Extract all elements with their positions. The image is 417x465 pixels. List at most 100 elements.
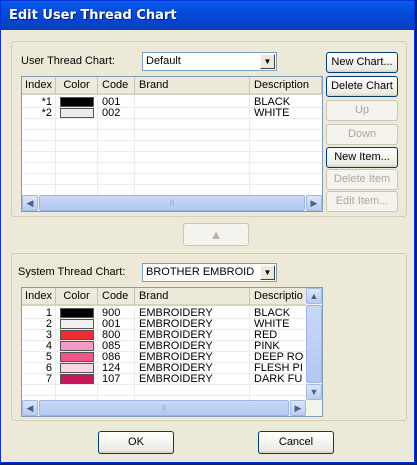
scroll-right-icon[interactable]: ▶ — [290, 400, 306, 416]
row-description: DEEP RO — [254, 352, 304, 363]
scroll-left-icon[interactable]: ◀ — [22, 195, 38, 211]
horizontal-scrollbar[interactable]: ◀ ||| ▶ — [22, 195, 322, 211]
scroll-thumb[interactable]: ||| — [39, 195, 305, 211]
system-thread-chart-group: System Thread Chart: BROTHER EMBROID ▼ I… — [11, 253, 407, 421]
grid-line — [22, 140, 322, 141]
delete-chart-button[interactable]: Delete Chart — [326, 76, 398, 97]
color-swatch — [60, 330, 94, 340]
row-code: 124 — [102, 363, 121, 374]
color-swatch — [60, 319, 94, 329]
up-button[interactable]: Up — [326, 100, 398, 121]
row-code: 086 — [102, 352, 121, 363]
row-index: *2 — [41, 108, 52, 119]
grid-line — [134, 96, 135, 195]
column-header-code[interactable]: Code — [98, 288, 135, 306]
color-swatch — [60, 308, 94, 318]
user-thread-chart-value: Default — [146, 55, 181, 67]
chevron-down-icon[interactable]: ▼ — [260, 265, 275, 280]
row-index: 6 — [45, 363, 52, 374]
row-description: WHITE — [254, 108, 290, 119]
column-header-code[interactable]: Code — [98, 77, 135, 95]
column-header-index[interactable]: Index — [22, 77, 56, 95]
row-code: 001 — [102, 319, 121, 330]
cancel-button[interactable]: Cancel — [258, 431, 334, 454]
horizontal-scrollbar[interactable]: ◀ ||| ▶ — [22, 400, 322, 416]
row-description: BLACK — [254, 308, 291, 319]
grid-line — [22, 129, 322, 130]
row-code: 900 — [102, 308, 121, 319]
row-code: 002 — [102, 108, 121, 119]
scroll-thumb[interactable] — [306, 305, 322, 383]
vertical-scrollbar[interactable]: ▲ ▼ — [306, 288, 322, 400]
column-header-brand[interactable]: Brand — [135, 77, 250, 95]
row-brand: EMBROIDERY — [139, 330, 213, 341]
user-thread-chart-select[interactable]: Default ▼ — [142, 52, 277, 71]
edit-item-button[interactable]: Edit Item... — [326, 191, 398, 212]
row-brand: EMBROIDERY — [139, 319, 213, 330]
scroll-up-icon[interactable]: ▲ — [306, 288, 322, 304]
user-thread-chart-label: User Thread Chart: — [21, 55, 115, 67]
color-swatch — [60, 374, 94, 384]
column-header-color[interactable]: Color — [56, 288, 98, 306]
copy-to-user-chart-button[interactable]: ▲ — [183, 223, 249, 246]
row-index: 7 — [45, 374, 52, 385]
row-brand: EMBROIDERY — [139, 352, 213, 363]
scroll-right-icon[interactable]: ▶ — [306, 195, 322, 211]
system-thread-list[interactable]: Index Color Code Brand Descriptio 1 900 EM… — [21, 287, 323, 417]
new-item-button[interactable]: New Item... — [326, 147, 398, 168]
new-chart-button[interactable]: New Chart... — [326, 52, 398, 73]
system-thread-chart-value: BROTHER EMBROID — [146, 266, 255, 278]
color-swatch — [60, 341, 94, 351]
user-thread-chart-group: User Thread Chart: Default ▼ Index Color… — [11, 41, 407, 217]
scroll-down-icon[interactable]: ▼ — [306, 384, 322, 400]
column-header-brand[interactable]: Brand — [135, 288, 250, 306]
column-header-description[interactable]: Description — [250, 77, 322, 95]
row-brand: EMBROIDERY — [139, 374, 213, 385]
color-swatch — [60, 363, 94, 373]
color-swatch — [60, 97, 94, 107]
row-index: 5 — [45, 352, 52, 363]
system-thread-chart-select[interactable]: BROTHER EMBROID ▼ — [142, 263, 277, 282]
user-thread-list[interactable]: Index Color Code Brand Description *1 001… — [21, 76, 323, 212]
row-code: 001 — [102, 97, 121, 108]
row-index: 2 — [45, 319, 52, 330]
column-header-index[interactable]: Index — [22, 288, 56, 306]
row-brand: EMBROIDERY — [139, 341, 213, 352]
row-code: 107 — [102, 374, 121, 385]
row-brand — [139, 97, 249, 108]
row-brand: EMBROIDERY — [139, 363, 213, 374]
row-description: RED — [254, 330, 278, 341]
row-description: FLESH PI — [254, 363, 303, 374]
delete-item-button[interactable]: Delete Item — [326, 169, 398, 190]
row-index: *1 — [41, 97, 52, 108]
ok-button[interactable]: OK — [98, 431, 174, 454]
grid-line — [97, 307, 98, 400]
grid-line — [55, 96, 56, 195]
title-bar[interactable]: Edit User Thread Chart — [1, 1, 414, 30]
arrow-up-icon: ▲ — [209, 227, 223, 242]
row-description: BLACK — [254, 97, 291, 108]
row-code: 085 — [102, 341, 121, 352]
row-index: 1 — [45, 308, 52, 319]
column-header-color[interactable]: Color — [56, 77, 98, 95]
scroll-thumb[interactable]: ||| — [39, 400, 289, 416]
grid-line — [249, 96, 250, 195]
color-swatch — [60, 352, 94, 362]
row-index: 3 — [45, 330, 52, 341]
grid-line — [22, 173, 322, 174]
grid-line — [97, 96, 98, 195]
column-header-description[interactable]: Descriptio — [250, 288, 307, 306]
window-title: Edit User Thread Chart — [9, 8, 177, 23]
down-button[interactable]: Down — [326, 124, 398, 145]
grid-line — [22, 151, 322, 152]
row-brand — [139, 108, 249, 119]
grid-line — [134, 307, 135, 400]
color-swatch — [60, 108, 94, 118]
scroll-left-icon[interactable]: ◀ — [22, 400, 38, 416]
row-description: DARK FU — [254, 374, 303, 385]
row-description: PINK — [254, 341, 280, 352]
grid-line — [22, 162, 322, 163]
chevron-down-icon[interactable]: ▼ — [260, 54, 275, 69]
edit-thread-chart-dialog: Edit User Thread Chart User Thread Chart… — [0, 0, 415, 463]
row-description: WHITE — [254, 319, 290, 330]
